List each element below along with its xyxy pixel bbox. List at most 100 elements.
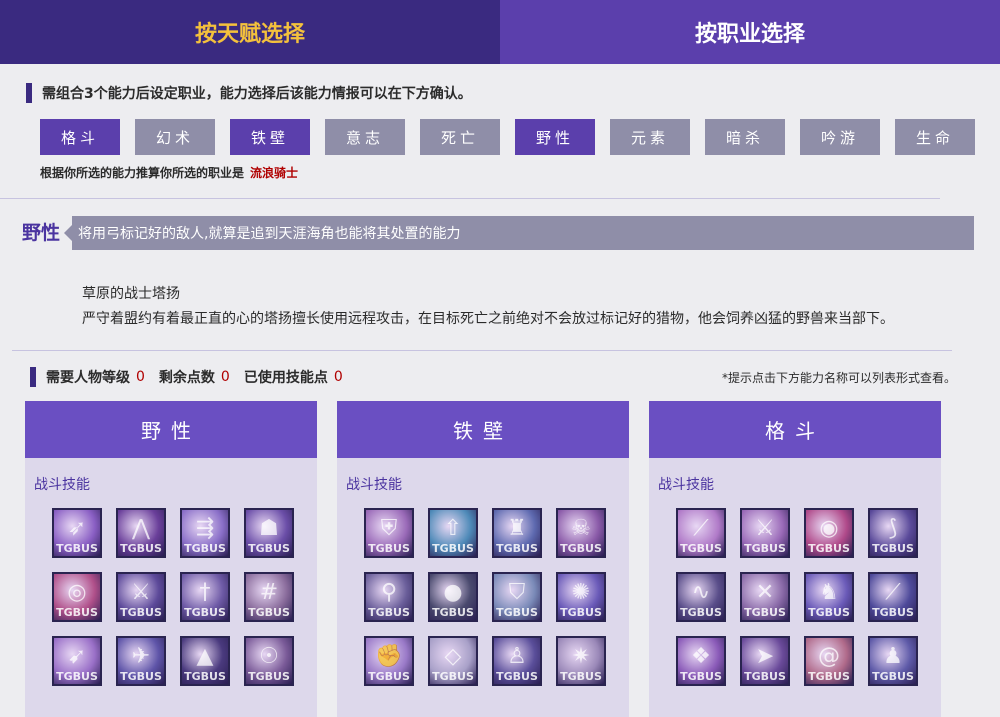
talent-button[interactable]: 生命 — [895, 119, 975, 155]
spirit-icon: ☉ — [259, 644, 279, 669]
warrior-icon: ♞ — [819, 580, 839, 605]
burst-icon: ✷ — [571, 644, 591, 669]
talent-button[interactable]: 意志 — [325, 119, 405, 155]
skill-hood-icon[interactable]: ▲ TGBUS — [180, 636, 230, 686]
arrow-up-icon: ⇧ — [443, 516, 463, 541]
skill-kick-icon[interactable]: ⚲ TGBUS — [364, 572, 414, 622]
tab-by-job[interactable]: 按职业选择 — [500, 0, 1000, 64]
blood-icon: ❖ — [691, 644, 711, 669]
intro-text: 需组合3个能力后设定职业，能力选择后该能力情报可以在下方确认。 — [42, 86, 472, 102]
watermark-text: TGBUS — [808, 670, 850, 683]
guard-icon: ♜ — [507, 516, 527, 541]
whip-icon: ∿ — [691, 580, 711, 605]
talent-button[interactable]: 吟游 — [800, 119, 880, 155]
skill-shield-icon[interactable]: ⛨ TGBUS — [364, 508, 414, 558]
watermark-text: TGBUS — [560, 606, 602, 619]
skill-arrow-shot-icon[interactable]: ➶ TGBUS — [52, 508, 102, 558]
skill-beast-icon[interactable]: ☗ TGBUS — [244, 508, 294, 558]
panel-title[interactable]: 野性 — [25, 401, 317, 458]
talent-button[interactable]: 元素 — [610, 119, 690, 155]
skill-multi-arrow-icon[interactable]: ⇶ TGBUS — [180, 508, 230, 558]
skill-whip-icon[interactable]: ∿ TGBUS — [676, 572, 726, 622]
skill-aura-icon[interactable]: ✺ TGBUS — [556, 572, 606, 622]
result-job-name: 流浪骑士 — [250, 166, 299, 180]
panel-title[interactable]: 铁壁 — [337, 401, 629, 458]
watermark-text: TGBUS — [248, 542, 290, 555]
talent-button[interactable]: 幻术 — [135, 119, 215, 155]
watermark-text: TGBUS — [368, 670, 410, 683]
skill-blood-icon[interactable]: ❖ TGBUS — [676, 636, 726, 686]
level-value: 0 — [136, 369, 145, 385]
watermark-text: TGBUS — [120, 542, 162, 555]
skill-panel: 格斗 战斗技能 ⟋ TGBUS ⚔ TGBUS ◉ TGBUS ⟆ TGBUS ∿ TGBUS ✕ TGB… — [649, 401, 941, 717]
skill-wing-icon[interactable]: ⋀ TGBUS — [116, 508, 166, 558]
used-label: 已使用技能点 — [243, 370, 328, 386]
skill-skull-icon[interactable]: ☠ TGBUS — [556, 508, 606, 558]
talent-button[interactable]: 铁壁 — [230, 119, 310, 155]
skill-spirit-icon[interactable]: ☉ TGBUS — [244, 636, 294, 686]
talent-button[interactable]: 野性 — [515, 119, 595, 155]
spiral-icon: @ — [818, 644, 840, 669]
top-tab-bar: 按天赋选择 按职业选择 — [0, 0, 1000, 64]
watermark-text: TGBUS — [560, 542, 602, 555]
dagger-icon: † — [199, 580, 211, 605]
hint-text: *提示点击下方能力名称可以列表形式查看。 — [721, 371, 956, 385]
skill-bash-icon[interactable]: ● TGBUS — [428, 572, 478, 622]
watermark-text: TGBUS — [680, 670, 722, 683]
skill-claw-icon[interactable]: ⚔ TGBUS — [116, 572, 166, 622]
skill-cleave-icon[interactable]: ⟋ TGBUS — [868, 572, 918, 622]
tab-by-talent[interactable]: 按天赋选择 — [0, 0, 500, 64]
skill-cube-icon[interactable]: ◇ TGBUS — [428, 636, 478, 686]
watermark-text: TGBUS — [56, 542, 98, 555]
skill-sword-icon[interactable]: ⚔ TGBUS — [740, 508, 790, 558]
skill-target-icon[interactable]: ◎ TGBUS — [52, 572, 102, 622]
watermark-text: TGBUS — [496, 606, 538, 619]
panel-title[interactable]: 格斗 — [649, 401, 941, 458]
fist-icon: ✊ — [375, 644, 403, 669]
watermark-text: TGBUS — [432, 670, 474, 683]
skill-panel: 铁壁 战斗技能 ⛨ TGBUS ⇧ TGBUS ♜ TGBUS ☠ TGBUS ⚲ TGBUS ● TGB… — [337, 401, 629, 717]
skill-rush-icon[interactable]: ➤ TGBUS — [740, 636, 790, 686]
skill-slash-icon[interactable]: ⟋ TGBUS — [676, 508, 726, 558]
kick-icon: ⚲ — [380, 580, 398, 605]
section-marker — [26, 83, 32, 103]
watermark-text: TGBUS — [248, 670, 290, 683]
skill-strike-icon[interactable]: ✕ TGBUS — [740, 572, 790, 622]
skull-icon: ☠ — [571, 516, 591, 541]
bird-icon: ✈ — [131, 644, 151, 669]
slash-icon: ⟋ — [693, 516, 709, 541]
skill-figure-icon[interactable]: ♙ TGBUS — [492, 636, 542, 686]
volley-icon: ➹ — [67, 644, 87, 669]
skill-burst-icon[interactable]: ✷ TGBUS — [556, 636, 606, 686]
skill-warrior-icon[interactable]: ♞ TGBUS — [804, 572, 854, 622]
skill-volley-icon[interactable]: ➹ TGBUS — [52, 636, 102, 686]
skill-armor-icon[interactable]: ⛉ TGBUS — [492, 572, 542, 622]
skill-arrow-up-icon[interactable]: ⇧ TGBUS — [428, 508, 478, 558]
skill-dagger-icon[interactable]: † TGBUS — [180, 572, 230, 622]
watermark-text: TGBUS — [56, 670, 98, 683]
watermark-text: TGBUS — [680, 606, 722, 619]
skill-guard-icon[interactable]: ♜ TGBUS — [492, 508, 542, 558]
talent-button-row: 格斗 幻术 铁壁 意志 死亡 野性 元素 暗杀 吟游 生命 — [40, 119, 980, 155]
skill-net-icon[interactable]: # TGBUS — [244, 572, 294, 622]
watermark-text: TGBUS — [680, 542, 722, 555]
blade-icon: ⟆ — [888, 516, 898, 541]
watermark-text: TGBUS — [808, 542, 850, 555]
watermark-text: TGBUS — [368, 606, 410, 619]
watermark-text: TGBUS — [560, 670, 602, 683]
fighter-icon: ♟ — [883, 644, 903, 669]
talent-button[interactable]: 格斗 — [40, 119, 120, 155]
armor-icon: ⛉ — [508, 580, 526, 605]
aura-icon: ✺ — [571, 580, 591, 605]
target-icon: ◎ — [67, 580, 87, 605]
talent-button[interactable]: 暗杀 — [705, 119, 785, 155]
skill-vortex-icon[interactable]: ◉ TGBUS — [804, 508, 854, 558]
talent-button[interactable]: 死亡 — [420, 119, 500, 155]
skill-fist-icon[interactable]: ✊ TGBUS — [364, 636, 414, 686]
skill-spiral-icon[interactable]: @ TGBUS — [804, 636, 854, 686]
rush-icon: ➤ — [755, 644, 775, 669]
skill-fighter-icon[interactable]: ♟ TGBUS — [868, 636, 918, 686]
level-label: 需要人物等级 — [46, 370, 130, 386]
skill-blade-icon[interactable]: ⟆ TGBUS — [868, 508, 918, 558]
skill-bird-icon[interactable]: ✈ TGBUS — [116, 636, 166, 686]
